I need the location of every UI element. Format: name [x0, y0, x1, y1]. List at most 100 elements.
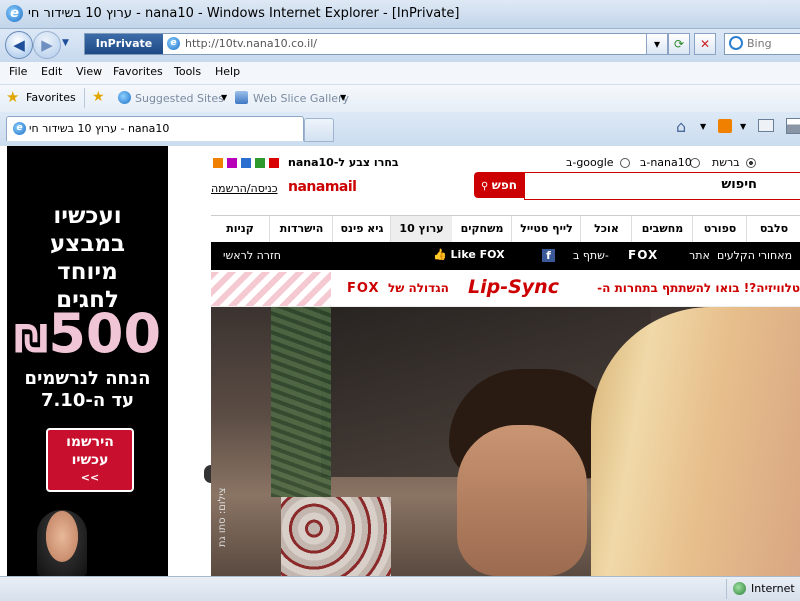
search-placeholder: Bing	[747, 37, 772, 50]
banner-text: טלוויזיה?! בואו להשתתף בתחרות ה-	[597, 281, 800, 295]
ad-line: ועכשיו	[53, 203, 122, 229]
refresh-icon[interactable]: ⟳	[668, 33, 690, 55]
nav-tab-sport[interactable]: ספורט	[692, 216, 747, 242]
lip-sync-logo: Lip-Sync	[468, 276, 559, 298]
menu-edit[interactable]: Edit	[41, 65, 62, 78]
print-icon[interactable]	[786, 118, 800, 134]
photo-plant	[271, 307, 331, 497]
status-bar: Internet	[0, 576, 800, 601]
fox-logo[interactable]: FOX	[628, 248, 658, 262]
nav-tab-celebs[interactable]: סלבס	[746, 216, 800, 242]
forward-button[interactable]: ▶	[33, 31, 61, 59]
back-to-home-link[interactable]: חזרה לראשי	[223, 249, 281, 262]
menu-file[interactable]: File	[9, 65, 27, 78]
photo-face-man	[457, 425, 587, 576]
color-swatch-blue[interactable]	[241, 158, 251, 168]
nanamail-logo[interactable]: nanamail	[288, 179, 357, 195]
rss-feed-icon[interactable]	[718, 119, 732, 133]
favorites-button[interactable]: Favorites	[26, 91, 76, 104]
ad-line: הנחה לנרשמים	[24, 368, 151, 389]
search-scope-google-radio[interactable]	[620, 158, 630, 168]
internet-zone-icon	[733, 582, 746, 595]
recent-pages-dropdown-icon[interactable]: ▼	[62, 38, 69, 48]
color-swatch-orange[interactable]	[213, 158, 223, 168]
featured-photo[interactable]: צילום: סתו גת	[211, 307, 800, 576]
menu-favorites[interactable]: Favorites	[113, 65, 163, 78]
nav-tab-games[interactable]: משחקים	[451, 216, 512, 242]
register-line1: הירשמו	[66, 434, 114, 450]
menu-help[interactable]: Help	[215, 65, 240, 78]
search-box[interactable]: Bing	[724, 33, 800, 55]
search-scope-web-label: ברשת	[712, 156, 740, 169]
facebook-icon[interactable]: f	[542, 249, 555, 262]
ad-line: במבצע	[49, 231, 126, 257]
color-swatch-red[interactable]	[269, 158, 279, 168]
photo-pillow	[281, 497, 391, 576]
like-fox-button[interactable]: 👍 Like FOX	[433, 248, 505, 261]
ad-discount: ₪500	[7, 307, 168, 362]
color-swatch-purple[interactable]	[227, 158, 237, 168]
title-bar: e ערוץ 10 בשידור חי - nana10 - Windows I…	[0, 0, 800, 29]
nav-tab-survivor[interactable]: הישרדות	[269, 216, 333, 242]
search-input-value: חיפוש	[721, 177, 757, 192]
nav-tab-channel10[interactable]: ערוץ 10	[390, 216, 452, 242]
like-fox-label: FOX	[479, 248, 505, 261]
ad-currency-symbol: ₪	[13, 317, 49, 361]
url-text[interactable]: http://10tv.nana10.co.il/	[185, 37, 317, 50]
search-scope-google-label: ב-google	[566, 156, 614, 169]
chevron-down-icon[interactable]: ▼	[340, 93, 346, 102]
promo-ad[interactable]: ועכשיו במבצע מיוחד לחגים ₪500 הנחה לנרשמ…	[7, 146, 168, 576]
backstage-link[interactable]: מאחורי הקלעים	[717, 249, 792, 262]
ad-discount-value: 500	[48, 302, 162, 365]
home-icon[interactable]: ⌂	[676, 117, 686, 136]
web-slice-gallery-link[interactable]: Web Slice Gallery	[253, 92, 349, 105]
chevron-down-icon[interactable]: ▼	[700, 122, 706, 131]
fox-bar: מאחורי הקלעים אתר FOX שתף ב- f 👍 Like FO…	[211, 242, 800, 270]
banner-stripes	[211, 272, 331, 306]
banner-fox-logo: FOX	[347, 281, 380, 296]
suggested-sites-link[interactable]: Suggested Sites	[135, 92, 224, 105]
nav-tab-guy-pines[interactable]: גיא פינס	[332, 216, 391, 242]
stop-icon[interactable]: ✕	[694, 33, 716, 55]
login-register-link[interactable]: כניסה/הרשמה	[211, 182, 278, 195]
new-tab-button[interactable]	[304, 118, 334, 142]
like-label: Like	[450, 248, 476, 261]
address-dropdown-button[interactable]: ▾	[646, 33, 668, 55]
thumbs-up-icon: 👍	[433, 248, 447, 261]
bing-icon	[729, 36, 743, 50]
tab-active[interactable]: e ערוץ 10 בשידור חי - nana10	[6, 116, 304, 141]
search-button-label: חפש	[491, 178, 518, 192]
nav-tab-shopping[interactable]: קניות	[211, 216, 269, 242]
menu-tools[interactable]: Tools	[174, 65, 201, 78]
nav-tab-food[interactable]: אוכל	[580, 216, 632, 242]
back-button[interactable]: ◀	[5, 31, 33, 59]
ad-person-photo	[37, 510, 87, 576]
search-scope-web-radio[interactable]	[746, 158, 756, 168]
separator	[84, 88, 85, 108]
address-bar[interactable]: InPrivate e http://10tv.nana10.co.il/	[84, 33, 666, 55]
color-swatch-green[interactable]	[255, 158, 265, 168]
site-nav: סלבס ספורט מחשבים אוכל לייף סטייל משחקים…	[211, 215, 800, 243]
security-zone-label[interactable]: Internet	[751, 582, 795, 595]
web-slice-icon	[235, 91, 248, 104]
fox-site-label[interactable]: אתר	[689, 249, 710, 262]
menu-view[interactable]: View	[76, 65, 102, 78]
nav-tab-computers[interactable]: מחשבים	[631, 216, 693, 242]
tab-label: ערוץ 10 בשידור חי - nana10	[29, 122, 170, 135]
chevron-down-icon[interactable]: ▼	[221, 93, 227, 102]
inprivate-badge[interactable]: InPrivate	[85, 34, 163, 54]
add-favorite-icon[interactable]: ★	[92, 89, 105, 105]
chevron-down-icon[interactable]: ▼	[740, 122, 746, 131]
color-picker-label: בחרו צבע ל-nana10	[288, 156, 399, 169]
window-title: ערוץ 10 בשידור חי - nana10 - Windows Int…	[28, 6, 460, 21]
nav-tab-lifestyle[interactable]: לייף סטייל	[511, 216, 581, 242]
register-now-button[interactable]: הירשמו עכשיו <<	[46, 428, 134, 492]
photo-face-woman	[591, 307, 800, 576]
ie-logo-icon: e	[6, 5, 23, 22]
read-mail-icon[interactable]	[758, 119, 774, 132]
site-search-input[interactable]: חיפוש	[524, 172, 800, 200]
share-label: שתף ב-	[573, 249, 609, 262]
banner-suffix: הגדולה של	[388, 281, 449, 295]
site-search-button[interactable]: ⚲ חפש	[474, 172, 524, 198]
menu-bar: File Edit View Favorites Tools Help	[0, 62, 800, 85]
